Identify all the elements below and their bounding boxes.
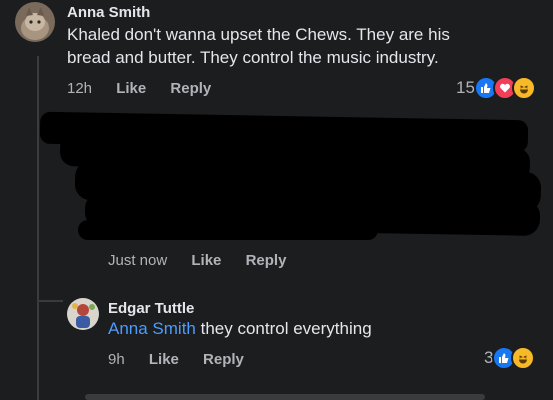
reaction-summary[interactable]: 15 bbox=[456, 76, 536, 100]
redaction-block bbox=[78, 220, 378, 240]
reaction-count: 15 bbox=[456, 78, 475, 97]
comment-text: Anna Smith they control everything bbox=[108, 317, 528, 340]
like-button[interactable]: Like bbox=[191, 252, 221, 269]
thread-line-branch bbox=[37, 300, 63, 302]
comment-actions: 9h Like Reply bbox=[108, 351, 264, 368]
haha-icon bbox=[511, 76, 536, 100]
avatar-anna-smith[interactable] bbox=[15, 2, 55, 42]
reaction-summary[interactable]: 3 bbox=[484, 346, 536, 370]
cutoff-next-comment bbox=[85, 394, 485, 400]
avatar-edgar-tuttle[interactable] bbox=[67, 298, 99, 330]
comment-author[interactable]: Edgar Tuttle bbox=[108, 300, 194, 317]
haha-icon bbox=[511, 346, 536, 370]
comment-body: they control everything bbox=[200, 319, 372, 338]
comment-timestamp[interactable]: 9h bbox=[108, 351, 125, 368]
comment-actions: 12h Like Reply bbox=[67, 80, 231, 97]
comment-timestamp[interactable]: Just now bbox=[108, 252, 167, 269]
thread-line-main bbox=[37, 56, 39, 400]
comment-actions: Just now Like Reply bbox=[108, 252, 306, 269]
like-button[interactable]: Like bbox=[149, 351, 179, 368]
mention-link[interactable]: Anna Smith bbox=[108, 319, 196, 338]
comment-text: Khaled don't wanna upset the Chews. They… bbox=[67, 25, 450, 67]
like-button[interactable]: Like bbox=[116, 80, 146, 97]
comment-author[interactable]: Anna Smith bbox=[67, 4, 150, 21]
reply-button[interactable]: Reply bbox=[246, 252, 287, 269]
reply-button[interactable]: Reply bbox=[170, 80, 211, 97]
comment-timestamp[interactable]: 12h bbox=[67, 80, 92, 97]
reply-button[interactable]: Reply bbox=[203, 351, 244, 368]
